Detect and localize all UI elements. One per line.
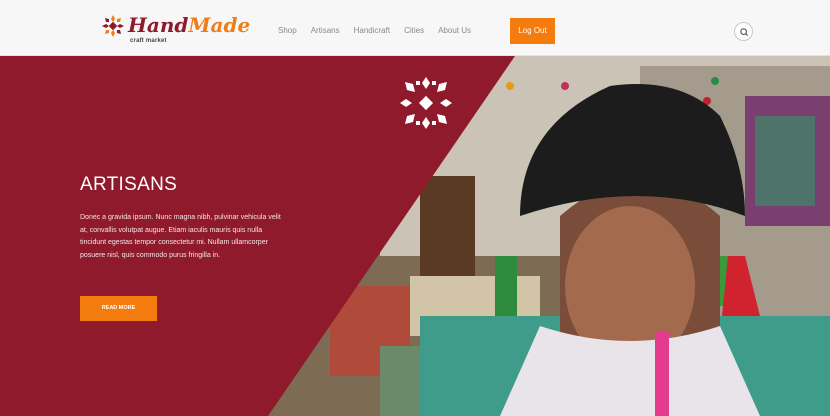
logout-button[interactable]: Log Out [510, 18, 555, 44]
brand-tagline: craft market [130, 38, 167, 44]
search-icon [740, 28, 749, 37]
header-bar: HandMade craft market Shop Artisans Hand… [0, 0, 830, 56]
hero-description: Donec a gravida ipsum. Nunc magna nibh, … [80, 214, 281, 259]
brand-logo[interactable]: HandMade craft market [100, 13, 250, 47]
nav-item-about-us[interactable]: About Us [438, 25, 471, 36]
brand-wordmark: HandMade craft market [128, 13, 250, 47]
page: HandMade craft market Shop Artisans Hand… [0, 0, 830, 416]
snowflake-icon [400, 77, 452, 129]
search-button[interactable] [734, 22, 753, 41]
brand-name-made: Made [188, 13, 251, 37]
nav-item-handicraft[interactable]: Handicraft [354, 25, 390, 36]
hero-title: ARTISANS [80, 174, 178, 195]
logo-snowflake-icon [102, 15, 124, 37]
read-more-button[interactable]: READ MORE [80, 296, 157, 321]
main-nav: Shop Artisans Handicraft Cities About Us [278, 25, 485, 36]
nav-item-shop[interactable]: Shop [278, 25, 297, 36]
brand-name-hand: Hand [128, 13, 189, 37]
hero-banner: ARTISANS Donec a gravida ipsum. Nunc mag… [0, 56, 830, 416]
brand-name: HandMade [128, 13, 250, 37]
nav-item-cities[interactable]: Cities [404, 25, 424, 36]
nav-item-artisans[interactable]: Artisans [311, 25, 340, 36]
